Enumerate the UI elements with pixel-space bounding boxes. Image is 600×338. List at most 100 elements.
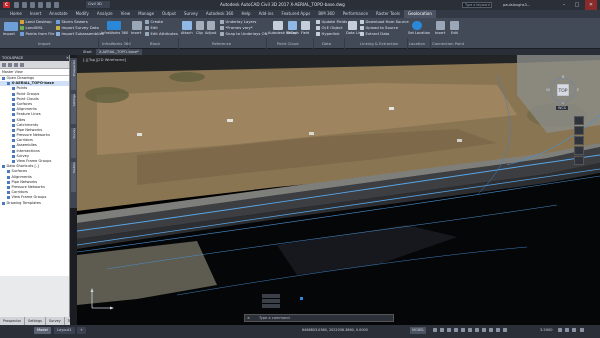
open-icon[interactable] bbox=[22, 2, 27, 8]
ribbon-tab-raster-tools[interactable]: Raster Tools bbox=[372, 10, 404, 18]
ribbon-tab-performance[interactable]: Performance bbox=[339, 10, 372, 18]
ribbon-tab-insert[interactable]: Insert bbox=[26, 10, 45, 18]
search-input[interactable]: Type a keyword bbox=[462, 1, 492, 8]
panel-label-import[interactable]: Import bbox=[38, 41, 51, 46]
close-button[interactable]: ✕ bbox=[585, 0, 597, 10]
ole-object-button[interactable]: OLE Object bbox=[316, 25, 343, 30]
clip-icon[interactable] bbox=[196, 21, 204, 30]
transparency-icon[interactable] bbox=[482, 328, 486, 332]
connection-insert-icon[interactable] bbox=[436, 21, 445, 30]
adjust-icon[interactable] bbox=[207, 21, 215, 30]
attach-button-label[interactable]: Attach bbox=[181, 31, 193, 35]
layout-tab-layout1[interactable]: Layout1 bbox=[54, 327, 75, 334]
layout-tab-model[interactable]: Model bbox=[34, 327, 51, 334]
snap-underlays-dropdown[interactable]: Snap to Underlays ON bbox=[220, 31, 267, 36]
adjust-button-label[interactable]: Adjust bbox=[205, 31, 216, 35]
ribbon-tab-help[interactable]: Help bbox=[237, 10, 254, 18]
edit-attributes-button[interactable]: Edit Attributes bbox=[145, 31, 178, 36]
new-icon[interactable] bbox=[14, 2, 19, 8]
ribbon-tab-annotate[interactable]: Annotate bbox=[45, 10, 71, 18]
ribbon-tab-featured-apps[interactable]: Featured Apps bbox=[278, 10, 315, 18]
toolbar-icon[interactable] bbox=[14, 62, 18, 67]
landxml-button[interactable]: LandXML bbox=[20, 25, 43, 30]
osnap-icon[interactable] bbox=[461, 328, 465, 332]
clip-button-label[interactable]: Clip bbox=[196, 31, 203, 35]
redo-icon[interactable] bbox=[54, 2, 59, 8]
side-tab-prospector[interactable]: Prospector bbox=[71, 60, 76, 90]
view-selector[interactable]: Master View bbox=[0, 69, 69, 76]
frames-vary-dropdown[interactable]: *Frames vary* bbox=[220, 25, 253, 30]
edit-block-button[interactable]: Edit bbox=[145, 25, 158, 30]
side-tab-toolbox[interactable]: Toolbox bbox=[71, 162, 76, 192]
toolbar-icon[interactable] bbox=[2, 62, 6, 67]
ribbon-tab-modify[interactable]: Modify bbox=[72, 10, 93, 18]
panel-label-reference[interactable]: Reference bbox=[212, 41, 231, 46]
zoom-extents-icon[interactable] bbox=[574, 136, 584, 145]
annotation-scale[interactable]: 3.5000 bbox=[540, 327, 553, 334]
close-icon[interactable]: × bbox=[247, 315, 250, 322]
customize-icon[interactable] bbox=[580, 328, 584, 332]
viewport-controls[interactable]: [-][Top][2D Wireframe] bbox=[83, 57, 126, 62]
infraworks-button-label[interactable]: InfraWorks 360 bbox=[101, 31, 128, 35]
grid-icon[interactable] bbox=[433, 328, 437, 332]
insert-button-label[interactable]: Insert bbox=[131, 31, 141, 35]
insert-block-icon[interactable] bbox=[132, 21, 142, 30]
data-link-icon[interactable] bbox=[348, 21, 357, 30]
extract-data-button[interactable]: Extract Data bbox=[360, 31, 389, 36]
connection-insert-label[interactable]: Insert bbox=[435, 31, 445, 35]
ribbon-tab-output[interactable]: Output bbox=[158, 10, 180, 18]
update-fields-button[interactable]: Update Fields bbox=[316, 19, 347, 24]
import-icon[interactable] bbox=[4, 22, 18, 31]
wcs-menu[interactable]: WCS bbox=[556, 106, 568, 110]
selection-cycling-icon[interactable] bbox=[489, 328, 493, 332]
save-as-icon[interactable] bbox=[38, 2, 43, 8]
ribbon-tab-autodesk-360[interactable]: Autodesk 360 bbox=[202, 10, 238, 18]
connection-edit-icon[interactable] bbox=[450, 21, 459, 30]
steering-wheel-icon[interactable] bbox=[574, 116, 584, 125]
toolspace-tab-prospector[interactable]: Prospector bbox=[0, 317, 26, 325]
ribbon-tab-manage[interactable]: Manage bbox=[134, 10, 158, 18]
connection-edit-label[interactable]: Edit bbox=[451, 31, 458, 35]
set-location-label[interactable]: Set Location bbox=[408, 31, 430, 35]
lineweight-icon[interactable] bbox=[475, 328, 479, 332]
ribbon-tab-survey[interactable]: Survey bbox=[180, 10, 202, 18]
upload-to-source-button[interactable]: Upload to Source bbox=[360, 25, 398, 30]
toolbar-icon[interactable] bbox=[8, 62, 12, 67]
undo-icon[interactable] bbox=[46, 2, 51, 8]
maximize-button[interactable]: □ bbox=[571, 0, 583, 10]
download-from-source-button[interactable]: Download from Source bbox=[360, 19, 409, 24]
annotation-icon[interactable] bbox=[496, 328, 500, 332]
app-menu-button[interactable]: C bbox=[3, 2, 10, 8]
workspace-switch-icon[interactable] bbox=[503, 328, 507, 332]
ribbon-tab-home[interactable]: Home bbox=[6, 10, 26, 18]
import-button-label[interactable]: Import bbox=[3, 32, 15, 36]
ortho-icon[interactable] bbox=[447, 328, 451, 332]
polar-icon[interactable] bbox=[454, 328, 458, 332]
storm-sewers-button[interactable]: Storm Sewers bbox=[56, 19, 88, 24]
ribbon-tab-add-ins[interactable]: Add-ins bbox=[255, 10, 278, 18]
workspace-selector[interactable]: Civil 3D bbox=[86, 1, 110, 8]
panel-label-block[interactable]: Block bbox=[150, 41, 160, 46]
drawing-viewport[interactable]: [-][Top][2D Wireframe] bbox=[77, 55, 600, 325]
field-label[interactable]: Field bbox=[301, 31, 309, 35]
save-icon[interactable] bbox=[30, 2, 35, 8]
infraworks-icon[interactable] bbox=[107, 21, 121, 30]
ribbon-tab-analyze[interactable]: Analyze bbox=[93, 10, 117, 18]
command-input[interactable]: × Type a command bbox=[244, 314, 394, 322]
hardware-accel-icon[interactable] bbox=[565, 328, 569, 332]
pointcloud-attach-icon[interactable] bbox=[288, 21, 297, 30]
side-tab-survey[interactable]: Survey bbox=[71, 128, 76, 158]
recap-icon[interactable] bbox=[273, 21, 283, 30]
model-space-button[interactable]: MODEL bbox=[410, 327, 427, 334]
create-block-button[interactable]: Create bbox=[145, 19, 163, 24]
toolspace-tab-settings[interactable]: Settings bbox=[25, 317, 46, 325]
toolspace-tab-survey[interactable]: Survey bbox=[46, 317, 65, 325]
ribbon-tab-geolocation[interactable]: Geolocation bbox=[404, 10, 436, 18]
tree-item[interactable]: Drawing Templates bbox=[0, 201, 69, 206]
hyperlink-button[interactable]: Hyperlink bbox=[316, 31, 340, 36]
otrack-icon[interactable] bbox=[468, 328, 472, 332]
set-location-icon[interactable] bbox=[412, 21, 422, 30]
pointcloud-attach-label[interactable]: Attach bbox=[287, 31, 299, 35]
pan-icon[interactable] bbox=[574, 126, 584, 135]
snap-icon[interactable] bbox=[440, 328, 444, 332]
